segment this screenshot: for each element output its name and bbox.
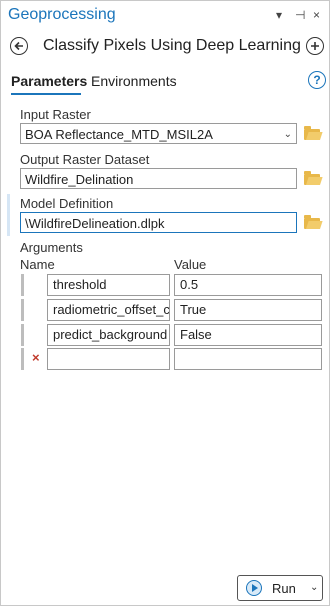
play-icon [246, 580, 262, 596]
tab-environments[interactable]: Environments [91, 73, 177, 89]
add-button[interactable] [306, 37, 324, 55]
remove-row-icon[interactable]: × [32, 350, 40, 365]
output-raster-value: Wildfire_Delination [25, 172, 134, 187]
argument-value-cell-empty[interactable] [174, 348, 322, 370]
run-label: Run [272, 581, 296, 596]
pin-icon[interactable]: ⊣ [295, 8, 305, 22]
plus-icon [311, 42, 319, 50]
argument-name-cell[interactable]: threshold [47, 274, 170, 296]
argument-name-cell[interactable]: radiometric_offset_co [47, 299, 170, 321]
argument-value-cell[interactable]: False [174, 324, 322, 346]
chevron-down-icon[interactable]: ⌄ [310, 582, 318, 593]
pane-title: Geoprocessing [8, 6, 116, 23]
active-tab-indicator [11, 93, 81, 95]
row-marker [21, 324, 24, 346]
tab-parameters[interactable]: Parameters [11, 73, 87, 89]
arguments-name-header: Name [20, 257, 55, 272]
help-icon[interactable]: ? [308, 71, 326, 89]
folder-icon[interactable] [304, 215, 320, 229]
input-raster-label: Input Raster [20, 107, 91, 122]
row-marker [21, 299, 24, 321]
row-marker [21, 348, 24, 370]
model-definition-value: \WildfireDelineation.dlpk [25, 216, 165, 231]
run-button[interactable]: Run ⌄ [237, 575, 323, 601]
input-raster-value: BOA Reflectance_MTD_MSIL2A [25, 127, 213, 142]
back-button[interactable] [10, 37, 28, 55]
model-definition-field[interactable]: \WildfireDelineation.dlpk [20, 212, 297, 233]
output-raster-label: Output Raster Dataset [20, 152, 150, 167]
input-raster-dropdown[interactable]: BOA Reflectance_MTD_MSIL2A ⌄ [20, 123, 297, 144]
arguments-label: Arguments [20, 240, 83, 255]
folder-icon[interactable] [304, 126, 320, 140]
argument-name-cell[interactable]: predict_background [47, 324, 170, 346]
row-marker [21, 274, 24, 296]
tool-title: Classify Pixels Using Deep Learning [43, 37, 301, 54]
argument-value-cell[interactable]: 0.5 [174, 274, 322, 296]
geoprocessing-pane: Geoprocessing ▾ ⊣ × Classify Pixels Usin… [0, 0, 330, 606]
folder-icon[interactable] [304, 171, 320, 185]
back-arrow-icon [14, 41, 23, 51]
chevron-down-icon[interactable]: ⌄ [284, 124, 292, 143]
arguments-value-header: Value [174, 257, 207, 272]
argument-value-cell[interactable]: True [174, 299, 322, 321]
focus-indicator [7, 194, 10, 236]
output-raster-field[interactable]: Wildfire_Delination [20, 168, 297, 189]
tab-strip: Parameters Environments [1, 71, 329, 95]
model-definition-label: Model Definition [20, 196, 114, 211]
pane-titlebar: Geoprocessing ▾ ⊣ × [1, 1, 329, 31]
argument-name-cell-empty[interactable] [47, 348, 170, 370]
close-icon[interactable]: × [313, 8, 320, 22]
pane-options-dropdown[interactable]: ▾ [276, 8, 282, 22]
